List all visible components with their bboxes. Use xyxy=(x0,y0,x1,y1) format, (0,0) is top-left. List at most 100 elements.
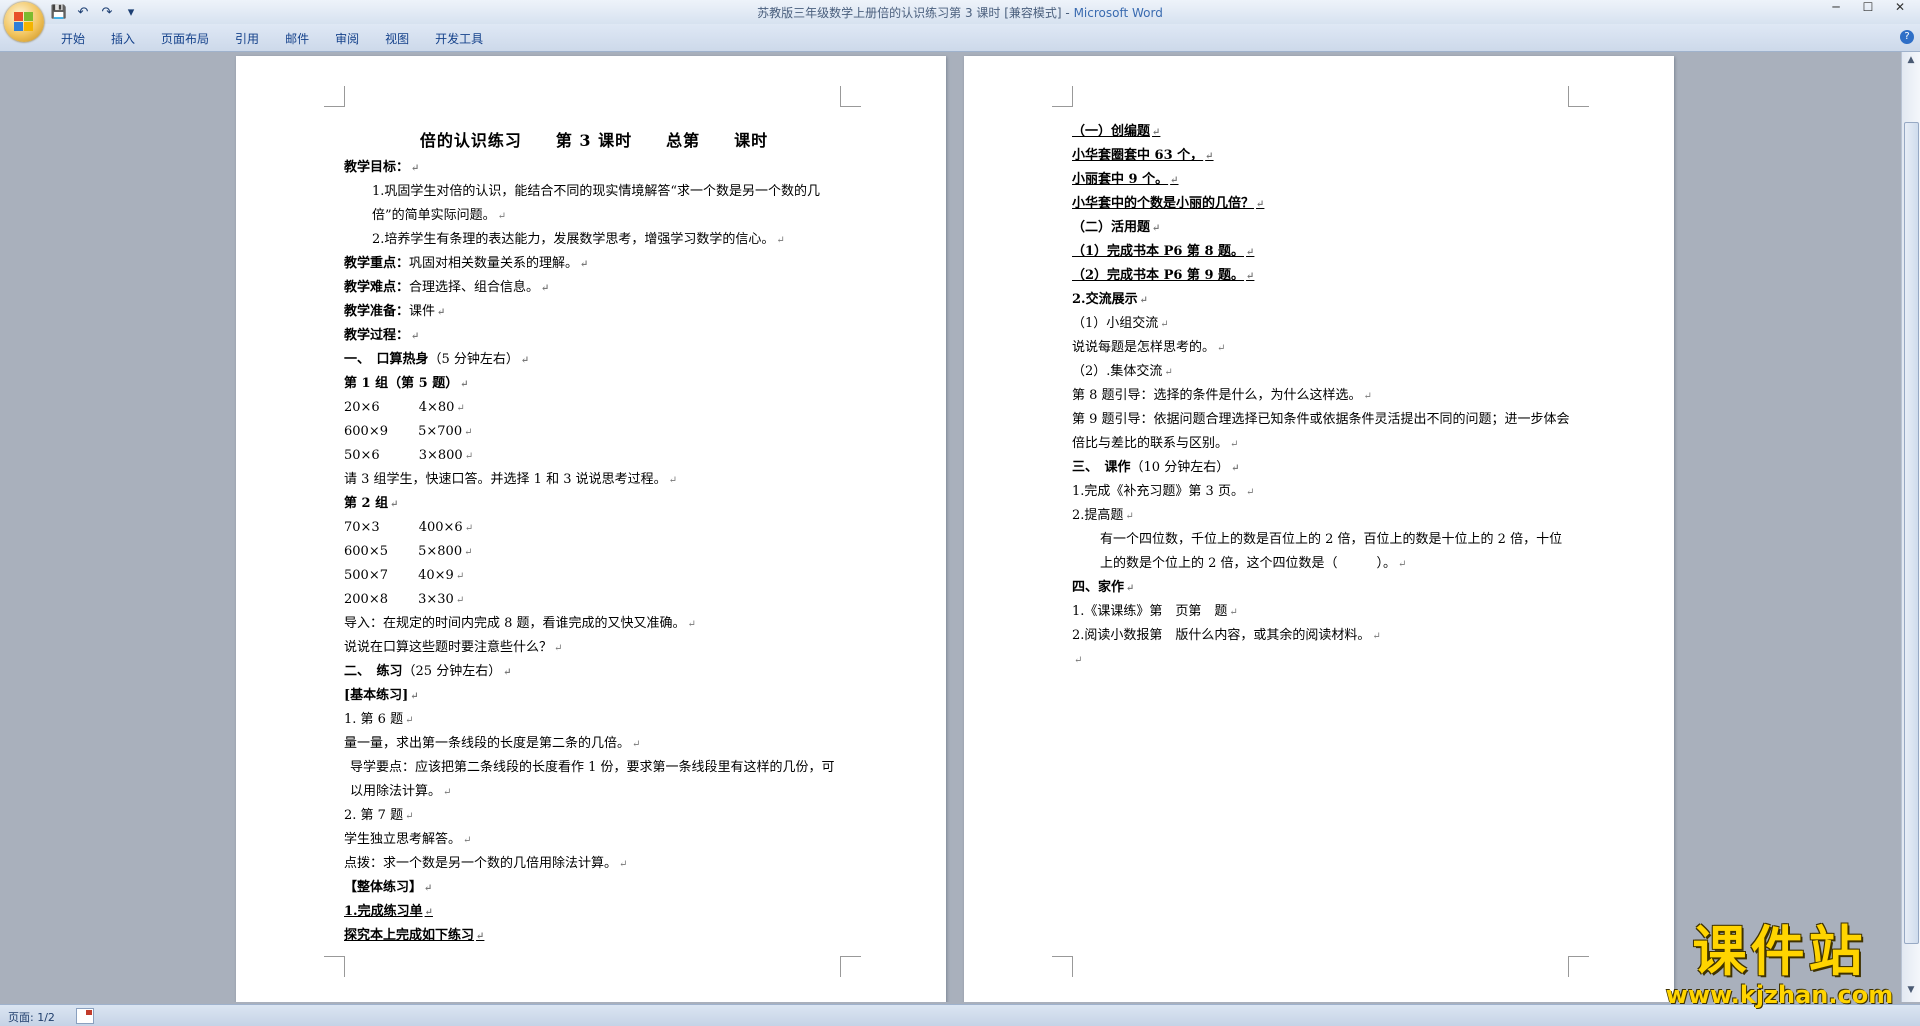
scroll-up-icon[interactable]: ▲ xyxy=(1903,52,1919,68)
text-paragraph[interactable]: （二）活用题 ↵ xyxy=(1072,216,1572,240)
text-paragraph[interactable]: 第 8 题引导：选择的条件是什么，为什么这样选。 ↵ xyxy=(1072,384,1572,408)
paragraph-text: 四、家作 xyxy=(1072,580,1125,595)
text-paragraph[interactable]: 20×6 4×80 ↵ xyxy=(344,396,844,420)
text-paragraph[interactable]: 1.巩固学生对倍的认识，能结合不同的现实情境解答“求一个数是另一个数的几倍”的简… xyxy=(344,180,844,228)
paragraph-mark-icon: ↵ xyxy=(776,235,785,246)
text-paragraph[interactable]: 2.培养学生有条理的表达能力，发展数学思考，增强学习数学的信心。 ↵ xyxy=(344,228,844,252)
close-button[interactable]: ✕ xyxy=(1884,0,1916,18)
text-paragraph[interactable]: 教学目标： ↵ xyxy=(344,156,844,180)
document-page-2[interactable]: （一）创编题 ↵ 小华套圈套中 63 个， ↵ 小丽套中 9 个。 ↵ 小华套中的个数是小丽… xyxy=(964,56,1674,1002)
text-paragraph[interactable]: 1. 第 6 题 ↵ xyxy=(344,708,844,732)
text-paragraph[interactable]: [基本练习] ↵ xyxy=(344,684,844,708)
text-paragraph[interactable]: 50×6 3×800 ↵ xyxy=(344,444,844,468)
paragraph-text-rest: （5 分钟左右） xyxy=(428,352,519,367)
text-paragraph[interactable]: 小丽套中 9 个。 ↵ xyxy=(1072,168,1572,192)
watermark-url: www.kjzhan.com xyxy=(1665,981,1894,1009)
text-paragraph[interactable]: 第 9 题引导：依据问题合理选择已知条件或依据条件灵活提出不同的问题；进一步体会… xyxy=(1072,408,1572,456)
text-paragraph[interactable]: 600×9 5×700 ↵ xyxy=(344,420,844,444)
office-button[interactable] xyxy=(4,2,44,42)
page-count-indicator[interactable]: 页面: 1/2 xyxy=(8,1009,55,1025)
tab-home[interactable]: 开始 xyxy=(48,24,98,51)
text-paragraph[interactable]: 1.完成《补充习题》第 3 页。 ↵ xyxy=(1072,480,1572,504)
text-paragraph[interactable]: 二、 练习（25 分钟左右） ↵ xyxy=(344,660,844,684)
text-paragraph[interactable]: 70×3 400×6 ↵ xyxy=(344,516,844,540)
text-paragraph[interactable]: 说说每题是怎样思考的。 ↵ xyxy=(1072,336,1572,360)
text-paragraph[interactable]: 一、 口算热身（5 分钟左右） ↵ xyxy=(344,348,844,372)
text-paragraph[interactable]: 导入：在规定的时间内完成 8 题，看谁完成的又快又准确。 ↵ xyxy=(344,612,844,636)
paragraph-mark-icon: ↵ xyxy=(1164,367,1173,378)
paragraph-text: 请 3 组学生，快速口答。并选择 1 和 3 说说思考过程。 xyxy=(344,472,667,487)
text-paragraph[interactable]: 2.提高题 ↵ xyxy=(1072,504,1572,528)
paragraph-text: 【整体练习】 xyxy=(344,880,423,895)
maximize-button[interactable]: ☐ xyxy=(1852,0,1884,18)
page-2-content[interactable]: （一）创编题 ↵ 小华套圈套中 63 个， ↵ 小丽套中 9 个。 ↵ 小华套中的个数是小丽… xyxy=(1072,120,1572,672)
paragraph-text: 小华套中的个数是小丽的几倍？ xyxy=(1072,196,1255,211)
text-paragraph[interactable]: （2）.集体交流 ↵ xyxy=(1072,360,1572,384)
text-paragraph[interactable]: 导学要点：应该把第二条线段的长度看作 1 份，要求第一条线段里有这样的几份，可以… xyxy=(344,756,844,804)
text-paragraph[interactable]: 教学重点：巩固对相关数量关系的理解。 ↵ xyxy=(344,252,844,276)
text-paragraph[interactable]: （一）创编题 ↵ xyxy=(1072,120,1572,144)
tab-insert[interactable]: 插入 xyxy=(98,24,148,51)
tab-page-layout[interactable]: 页面布局 xyxy=(148,24,222,51)
text-paragraph[interactable]: 量一量，求出第一条线段的长度是第二条的几倍。 ↵ xyxy=(344,732,844,756)
tab-references[interactable]: 引用 xyxy=(222,24,272,51)
paragraph-text: 20×6 4×80 xyxy=(344,400,455,415)
text-paragraph[interactable]: （1）完成书本 P6 第 8 题。 ↵ xyxy=(1072,240,1572,264)
text-paragraph[interactable]: （2）完成书本 P6 第 9 题。 ↵ xyxy=(1072,264,1572,288)
text-paragraph[interactable]: 【整体练习】 ↵ xyxy=(344,876,844,900)
text-paragraph[interactable]: 2.交流展示 ↵ xyxy=(1072,288,1572,312)
paragraph-mark-icon: ↵ xyxy=(455,595,465,606)
paragraph-text: 600×5 5×800 xyxy=(344,544,463,559)
tab-view[interactable]: 视图 xyxy=(372,24,422,51)
text-paragraph[interactable]: 500×7 40×9 ↵ xyxy=(344,564,844,588)
text-paragraph[interactable]: 200×8 3×30 ↵ xyxy=(344,588,844,612)
text-paragraph[interactable]: 小华套圈套中 63 个， ↵ xyxy=(1072,144,1572,168)
paragraph-text: 导入：在规定的时间内完成 8 题，看谁完成的又快又准确。 xyxy=(344,616,686,631)
text-paragraph[interactable]: 有一个四位数，千位上的数是百位上的 2 倍，百位上的数是十位上的 2 倍，十位上… xyxy=(1072,528,1572,576)
text-paragraph[interactable]: 1.完成练习单 ↵ xyxy=(344,900,844,924)
text-paragraph[interactable]: 第 1 组（第 5 题） ↵ xyxy=(344,372,844,396)
vertical-scrollbar[interactable]: ▲ ▼ xyxy=(1901,52,1920,1002)
document-area[interactable]: 倍的认识练习 第 3 课时 总第 课时 教学目标： ↵ 1.巩固学生对倍的认识，能结… xyxy=(0,52,1902,1002)
paragraph-text-rest: 巩固对相关数量关系的理解。 xyxy=(409,256,579,271)
paragraph-text: （1）完成书本 P6 第 8 题。 xyxy=(1072,244,1245,259)
paragraph-text: 第 8 题引导：选择的条件是什么，为什么这样选。 xyxy=(1072,388,1362,403)
text-paragraph[interactable]: 说说在口算这些题时要注意些什么？ ↵ xyxy=(344,636,844,660)
tab-review[interactable]: 审阅 xyxy=(322,24,372,51)
help-icon[interactable]: ? xyxy=(1900,30,1914,44)
minimize-button[interactable]: ─ xyxy=(1820,0,1852,18)
text-paragraph[interactable]: 1.《课课练》第 页第 题 ↵ xyxy=(1072,600,1572,624)
document-title[interactable]: 倍的认识练习 第 3 课时 总第 课时 xyxy=(344,126,844,156)
paragraph-mark-icon: ↵ xyxy=(520,355,530,366)
text-paragraph[interactable]: 四、家作 ↵ xyxy=(1072,576,1572,600)
text-paragraph[interactable]: 小华套中的个数是小丽的几倍？ ↵ xyxy=(1072,192,1572,216)
paragraph-text: 1.巩固学生对倍的认识，能结合不同的现实情境解答“求一个数是另一个数的几倍”的简… xyxy=(372,184,821,223)
tab-developer[interactable]: 开发工具 xyxy=(422,24,496,51)
document-page-1[interactable]: 倍的认识练习 第 3 课时 总第 课时 教学目标： ↵ 1.巩固学生对倍的认识，能结… xyxy=(236,56,946,1002)
text-paragraph[interactable]: 2. 第 7 题 ↵ xyxy=(344,804,844,828)
scrollbar-thumb[interactable] xyxy=(1904,122,1919,944)
paragraph-mark-icon: ↵ xyxy=(424,907,433,918)
paragraph-mark-icon: ↵ xyxy=(1139,295,1148,306)
text-paragraph[interactable]: 教学准备：课件 ↵ xyxy=(344,300,844,324)
text-paragraph[interactable]: ↵ xyxy=(1072,648,1572,672)
text-paragraph[interactable]: 教学过程： ↵ xyxy=(344,324,844,348)
text-paragraph[interactable]: 第 2 组 ↵ xyxy=(344,492,844,516)
scroll-down-icon[interactable]: ▼ xyxy=(1903,982,1919,998)
proofing-status-icon[interactable] xyxy=(76,1008,94,1024)
page-1-content[interactable]: 倍的认识练习 第 3 课时 总第 课时 教学目标： ↵ 1.巩固学生对倍的认识，能结… xyxy=(344,126,844,948)
text-paragraph[interactable]: 2.阅读小数报第 版什么内容，或其余的阅读材料。 ↵ xyxy=(1072,624,1572,648)
text-paragraph[interactable]: 请 3 组学生，快速口答。并选择 1 和 3 说说思考过程。 ↵ xyxy=(344,468,844,492)
text-paragraph[interactable]: 学生独立思考解答。 ↵ xyxy=(344,828,844,852)
text-paragraph[interactable]: （1）小组交流 ↵ xyxy=(1072,312,1572,336)
text-paragraph[interactable]: 三、 课作（10 分钟左右） ↵ xyxy=(1072,456,1572,480)
paragraph-mark-icon: ↵ xyxy=(1231,463,1240,474)
tab-mailings[interactable]: 邮件 xyxy=(272,24,322,51)
paragraph-text: 2.提高题 xyxy=(1072,508,1124,523)
text-paragraph[interactable]: 600×5 5×800 ↵ xyxy=(344,540,844,564)
margin-corner-mark xyxy=(324,86,345,107)
text-paragraph[interactable]: 探究本上完成如下练习 ↵ xyxy=(344,924,844,948)
text-paragraph[interactable]: 点拨：求一个数是另一个数的几倍用除法计算。 ↵ xyxy=(344,852,844,876)
text-paragraph[interactable]: 教学难点：合理选择、组合信息。 ↵ xyxy=(344,276,844,300)
paragraph-text: 2.培养学生有条理的表达能力，发展数学思考，增强学习数学的信心。 xyxy=(372,232,775,247)
